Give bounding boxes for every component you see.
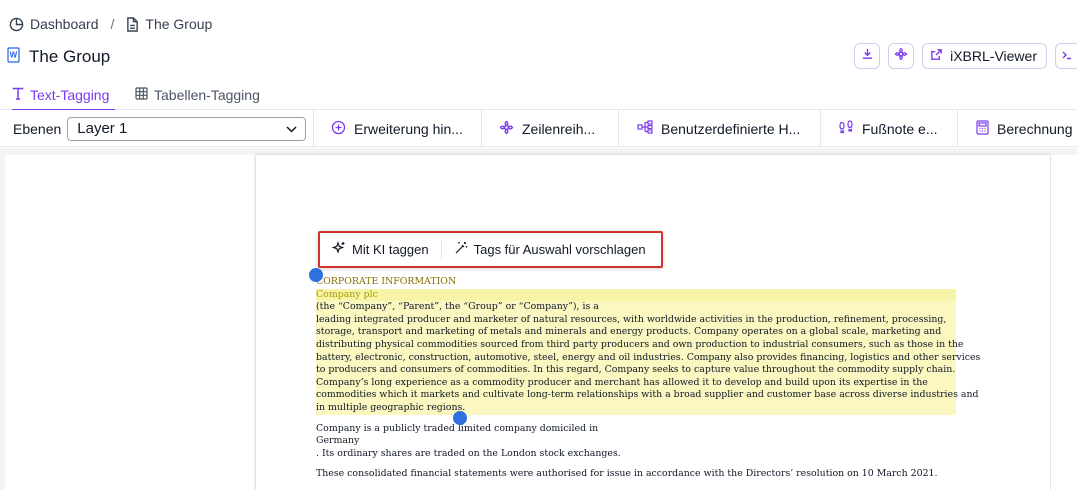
add-extension-label: Erweiterung hin...: [354, 120, 463, 137]
custom-hierarchy-label: Benutzerdefinierte H...: [661, 120, 801, 137]
header-actions: iXBRL-Viewer: [854, 43, 1077, 69]
text-line: (the “Company”, “Parent”, the “Group” or…: [316, 301, 956, 314]
text-line: storage, transport and marketing of meta…: [316, 326, 956, 339]
suggest-tags-button[interactable]: Tags für Auswahl vorschlagen: [454, 233, 646, 266]
chevron-down-icon: [286, 120, 297, 137]
text-icon: [12, 87, 24, 103]
section-heading: CORPORATE INFORMATION: [316, 276, 457, 287]
calculation-button[interactable]: Berechnung: [976, 110, 1073, 147]
tab-bar: Text-Tagging Tabellen-Tagging: [0, 80, 1077, 111]
tab-text-tagging[interactable]: Text-Tagging: [12, 80, 115, 111]
toolbar-divider: [618, 110, 619, 147]
layer-label: Ebenen: [13, 120, 62, 137]
ixbrl-viewer-button[interactable]: iXBRL-Viewer: [922, 43, 1047, 69]
toolbar-divider: [481, 110, 482, 147]
download-button[interactable]: [854, 43, 881, 69]
table-icon: [135, 87, 148, 103]
breadcrumb-current-label: The Group: [145, 16, 213, 32]
toolbar-divider: [957, 110, 958, 147]
calculator-icon: [976, 119, 989, 138]
text-line: to producers and consumers of commoditie…: [316, 364, 956, 377]
terminal-button[interactable]: [1055, 43, 1077, 69]
calculation-label: Berechnung: [997, 120, 1073, 137]
dashboard-icon: [9, 17, 24, 32]
tab-text-tagging-label: Text-Tagging: [30, 87, 110, 103]
breadcrumb-current: The Group: [126, 16, 212, 32]
ai-toolbar-divider: [440, 239, 442, 260]
selection-start-handle[interactable]: [309, 268, 323, 282]
page-header: W The Group: [7, 44, 110, 70]
text-line: distributing physical commodities source…: [316, 338, 964, 352]
settings-button[interactable]: [888, 43, 915, 69]
svg-text:W: W: [10, 50, 18, 59]
toolbar-divider: [820, 110, 821, 147]
company-name: Company plc: [316, 288, 956, 302]
footnote-button[interactable]: Fußnote e...: [839, 110, 937, 147]
selection-end-handle[interactable]: [453, 411, 467, 425]
ai-tagging-toolbar: Mit KI taggen Tags für Auswahl vorschlag…: [318, 231, 663, 268]
terminal-icon: [1061, 49, 1073, 64]
breadcrumb: Dashboard / The Group: [9, 14, 212, 34]
ixbrl-viewer-label: iXBRL-Viewer: [950, 48, 1037, 64]
custom-hierarchy-button[interactable]: Benutzerdefinierte H...: [637, 110, 800, 147]
breadcrumb-dashboard[interactable]: Dashboard: [9, 16, 99, 32]
page-title: The Group: [29, 47, 111, 66]
tagging-toolbar: Ebenen Layer 1 Erweiterung hin... Zeilen…: [0, 110, 1077, 147]
text-line: battery, electronic, construction, autom…: [316, 351, 981, 365]
toolbar-divider: [313, 110, 314, 147]
text-line: Company’s long experience as a commodity…: [316, 376, 956, 390]
flower-icon: [894, 47, 908, 66]
row-order-label: Zeilenreih...: [522, 120, 596, 137]
right-panel: [1051, 155, 1077, 490]
ai-tag-button[interactable]: Mit KI taggen: [320, 233, 429, 266]
external-link-icon: [930, 48, 943, 64]
breadcrumb-dashboard-label: Dashboard: [30, 16, 99, 32]
text-line: . Its ordinary shares are traded on the …: [316, 447, 621, 459]
row-order-button[interactable]: Zeilenreih...: [499, 110, 595, 147]
text-line: Company is a publicly traded limited com…: [316, 422, 599, 434]
document-text[interactable]: CORPORATE INFORMATION Company plc (the “…: [316, 276, 981, 481]
footprints-icon: [839, 119, 854, 138]
download-icon: [861, 47, 874, 65]
tab-tabellen-tagging[interactable]: Tabellen-Tagging: [135, 80, 263, 110]
word-document-icon: W: [7, 46, 21, 68]
flower-icon: [499, 120, 514, 138]
footnote-label: Fußnote e...: [862, 120, 938, 137]
text-line: Germany: [316, 435, 360, 447]
breadcrumb-separator: /: [110, 16, 115, 32]
paragraph-authorisation: These consolidated financial statements …: [316, 468, 956, 481]
layer-selector: Ebenen Layer 1: [13, 110, 307, 147]
layer-select-value: Layer 1: [77, 120, 128, 137]
tab-tabellen-tagging-label: Tabellen-Tagging: [154, 87, 260, 103]
text-line: in multiple geographic regions.: [316, 401, 956, 415]
suggest-tags-label: Tags für Auswahl vorschlagen: [473, 242, 646, 257]
sparkles-icon: [331, 241, 346, 258]
layer-select[interactable]: Layer 1: [67, 116, 307, 141]
text-line: These consolidated financial statements …: [316, 468, 938, 480]
magic-wand-icon: [454, 241, 468, 258]
left-panel: [5, 155, 255, 490]
add-extension-button[interactable]: Erweiterung hin...: [331, 110, 463, 147]
text-line: commodities which it markets and cultiva…: [316, 389, 979, 402]
ai-tag-label: Mit KI taggen: [352, 242, 429, 257]
hierarchy-icon: [637, 120, 653, 137]
text-line: leading integrated producer and marketer…: [316, 313, 956, 327]
paragraph-domicile: Company is a publicly traded limited com…: [316, 423, 956, 461]
plus-circle-icon: [331, 120, 346, 138]
document-icon: [126, 16, 139, 32]
